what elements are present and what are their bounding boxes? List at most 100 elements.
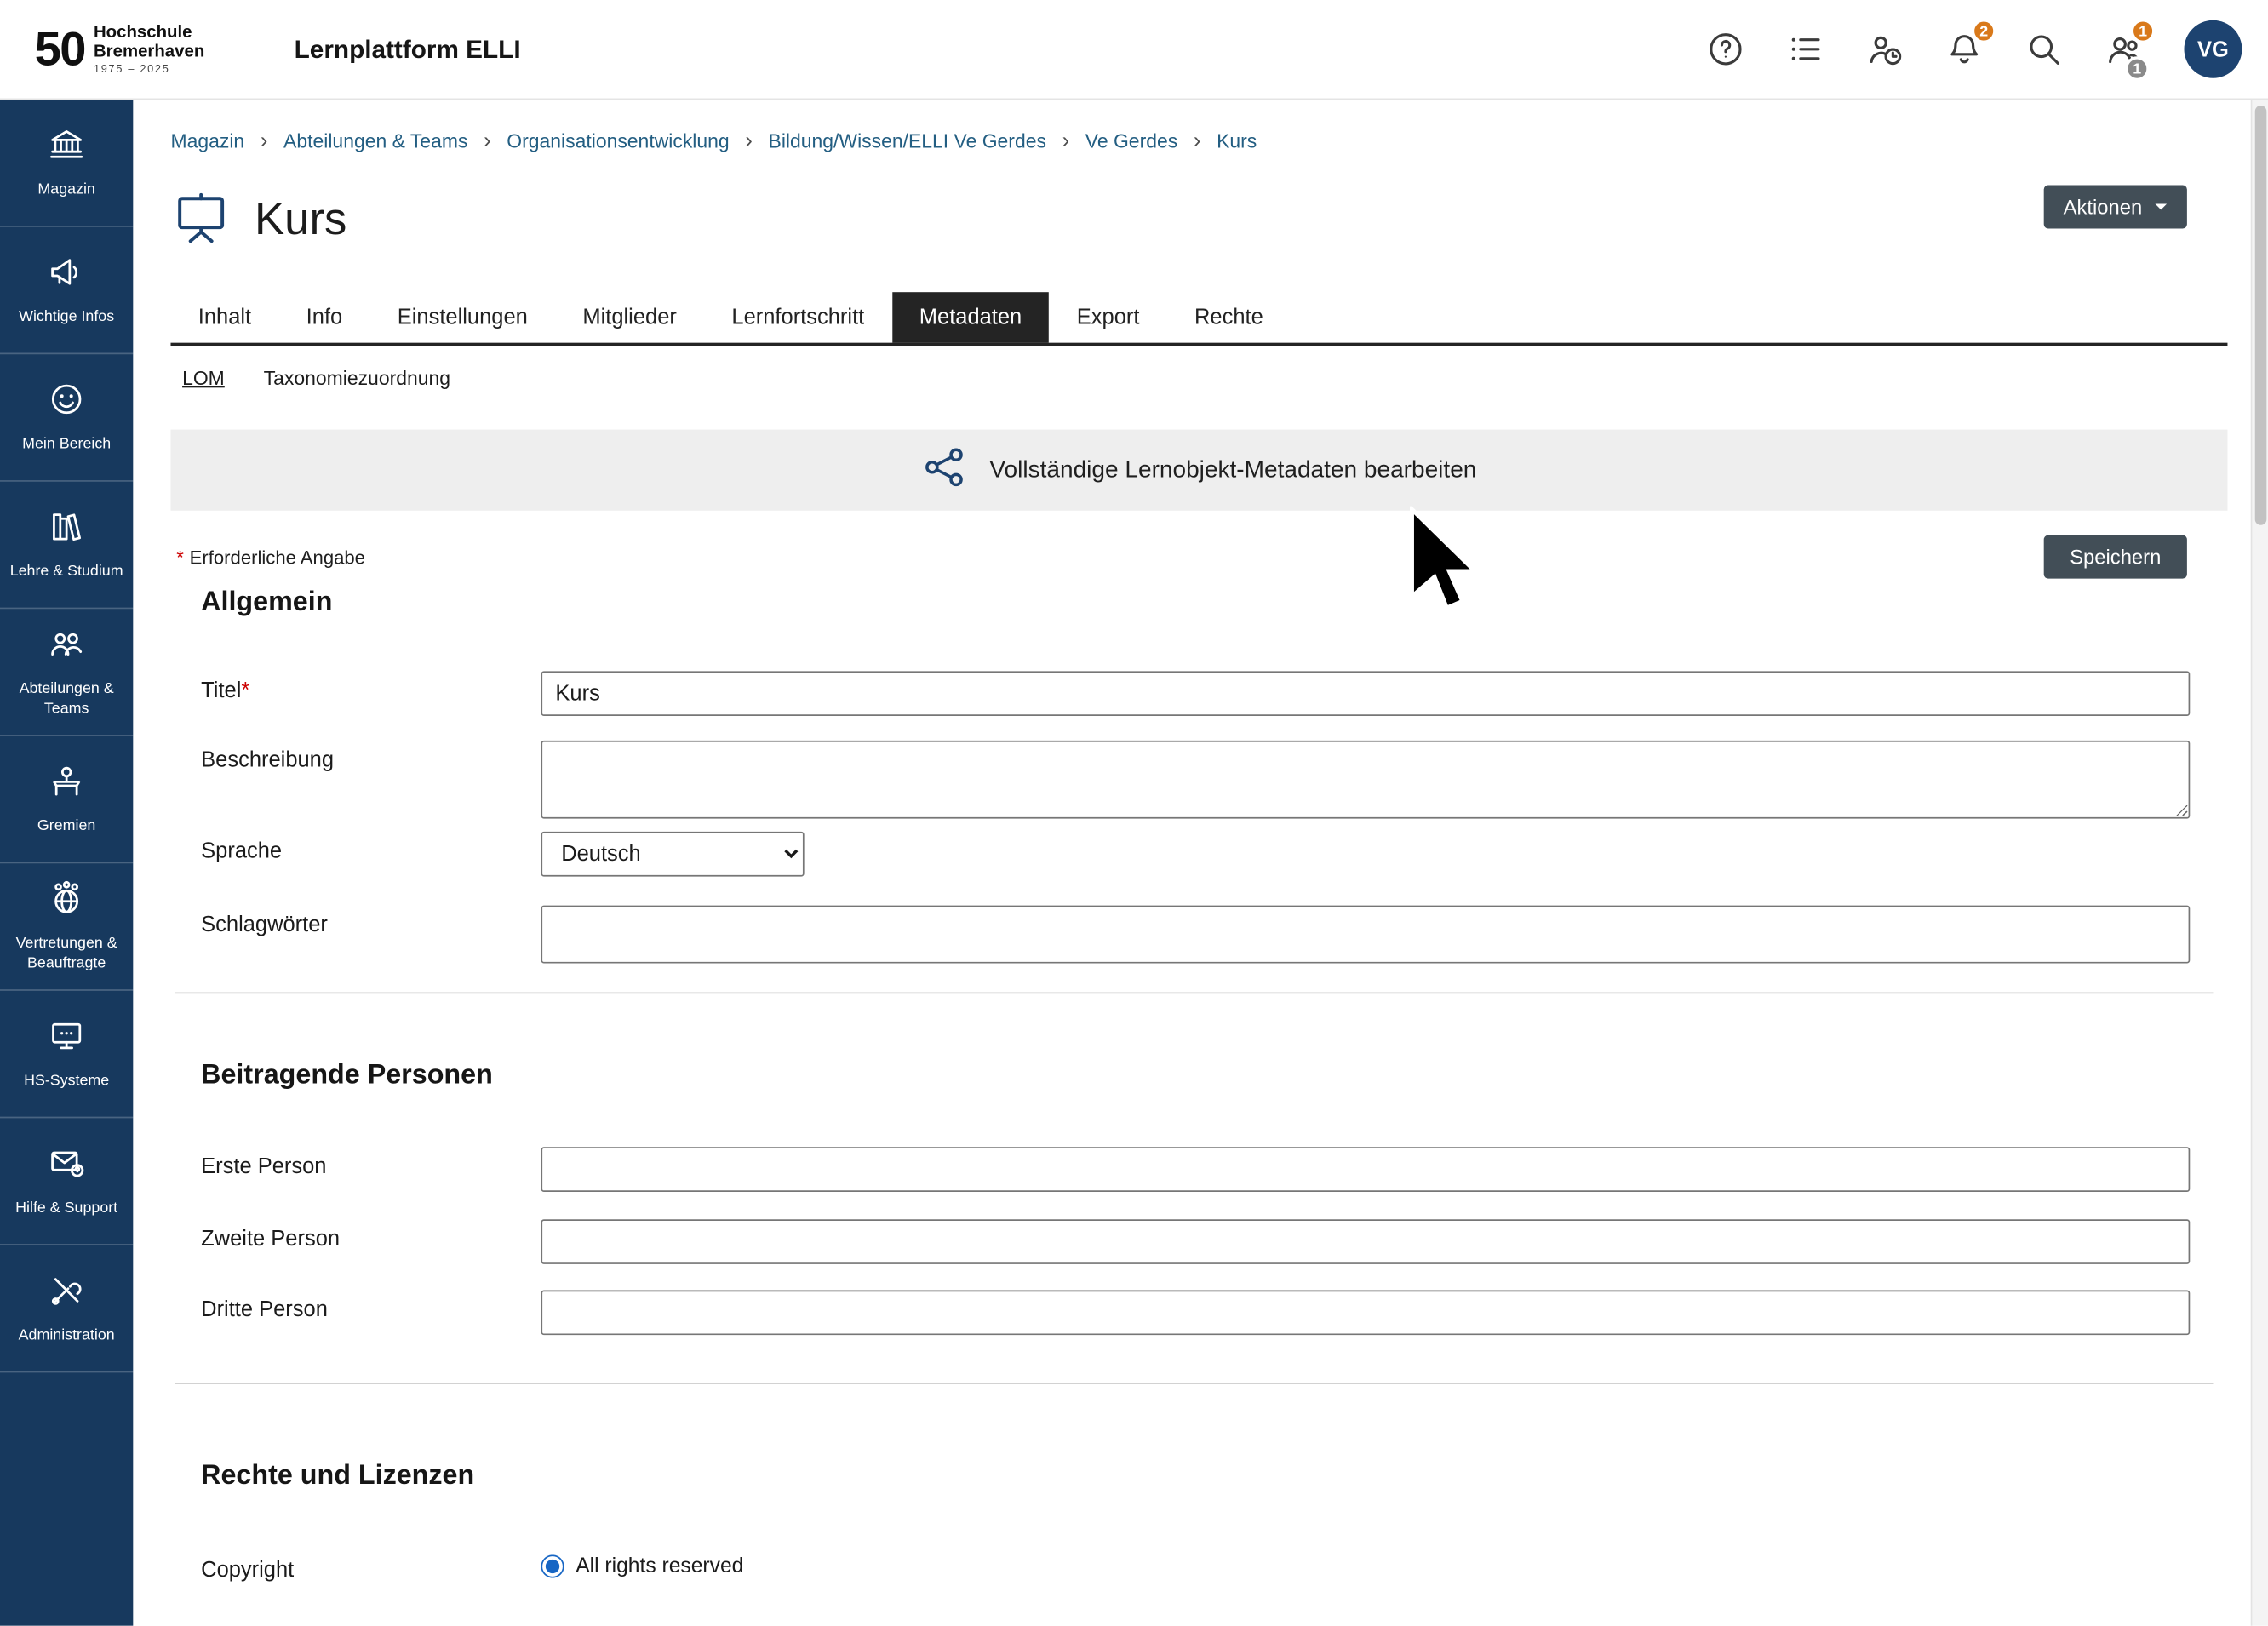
subtab-taxonomiezuordnung[interactable]: Taxonomiezuordnung [264, 368, 450, 389]
tab-einstellungen[interactable]: Einstellungen [369, 292, 555, 342]
scrollbar-thumb[interactable] [2255, 106, 2267, 525]
tab-bar: Inhalt Info Einstellungen Mitglieder Ler… [170, 292, 2227, 346]
sidebar-item-vertretungen[interactable]: Vertretungen & Beauftragte [0, 863, 133, 991]
sprache-label: Sprache [201, 832, 541, 863]
todo-list-icon[interactable] [1786, 31, 1824, 68]
chevron-down-icon [2156, 204, 2168, 216]
dritte-person-input[interactable] [541, 1291, 2190, 1336]
scrollbar[interactable] [2251, 100, 2268, 1625]
globe-people-icon [48, 880, 85, 925]
user-avatar[interactable]: VG [2184, 20, 2242, 78]
banner-label: Vollständige Lernobjekt-Metadaten bearbe… [989, 456, 1476, 484]
chevron-right-icon: › [1062, 129, 1069, 153]
search-icon[interactable] [2025, 31, 2063, 68]
logo-years: 1975 – 2025 [94, 63, 204, 74]
main-content: Magazin › Abteilungen & Teams › Organisa… [133, 100, 2250, 1625]
sidebar-item-label: Hilfe & Support [15, 1199, 117, 1217]
sidebar-item-wichtige-infos[interactable]: Wichtige Infos [0, 227, 133, 355]
breadcrumb-item-bildung-wissen[interactable]: Bildung/Wissen/ELLI Ve Gerdes [769, 130, 1046, 152]
breadcrumb-item-ve-gerdes[interactable]: Ve Gerdes [1085, 130, 1177, 152]
sidebar-item-label: Lehre & Studium [10, 563, 123, 581]
notification-badge: 2 [1972, 19, 1996, 43]
monitor-icon [48, 1016, 85, 1062]
lectern-icon [48, 762, 85, 807]
sidebar-item-label: Magazin [37, 180, 94, 199]
logo-50-number: 50 [35, 21, 85, 77]
chevron-right-icon: › [745, 129, 752, 153]
contact-badge: 1 [2131, 19, 2156, 43]
user-clock-icon[interactable] [1866, 31, 1904, 68]
sidebar-item-administration[interactable]: Administration [0, 1245, 133, 1373]
chevron-right-icon: › [261, 129, 267, 153]
hochschule-bremerhaven-logo[interactable]: 50 Hochschule Bremerhaven 1975 – 2025 [35, 21, 205, 77]
section-divider [175, 1383, 2214, 1384]
sidebar-item-label: Vertretungen & Beauftragte [4, 935, 129, 973]
megaphone-icon [48, 253, 85, 298]
copyright-all-rights-radio[interactable] [541, 1554, 564, 1577]
actions-button[interactable]: Aktionen [2043, 185, 2187, 228]
tools-icon [48, 1271, 85, 1316]
breadcrumb-item-magazin[interactable]: Magazin [170, 130, 244, 152]
sidebar-item-mein-bereich[interactable]: Mein Bereich [0, 354, 133, 482]
save-button[interactable]: Speichern [2044, 535, 2187, 579]
beschreibung-textarea[interactable] [541, 741, 2190, 819]
logo-text: Hochschule Bremerhaven 1975 – 2025 [94, 24, 204, 75]
sidebar-item-hilfe-support[interactable]: Hilfe & Support [0, 1118, 133, 1245]
sidebar-item-label: HS-Systeme [24, 1072, 109, 1091]
required-hint: * Erforderliche Angabe [176, 546, 365, 567]
mail-question-icon [48, 1144, 85, 1189]
titel-label: Titel* [201, 671, 541, 702]
titel-input[interactable] [541, 671, 2190, 716]
breadcrumb-item-abteilungen[interactable]: Abteilungen & Teams [284, 130, 467, 152]
breadcrumb-item-kurs[interactable]: Kurs [1217, 130, 1257, 152]
breadcrumb-item-organisationsentwicklung[interactable]: Organisationsentwicklung [507, 130, 729, 152]
logo-name-line2: Bremerhaven [94, 42, 204, 60]
contacts-icon[interactable]: 1 1 [2105, 31, 2142, 68]
sidebar-item-magazin[interactable]: Magazin [0, 100, 133, 227]
sidebar-item-label: Mein Bereich [22, 435, 111, 454]
tab-inhalt[interactable]: Inhalt [170, 292, 278, 342]
main-sidebar: Magazin Wichtige Infos Mein Bereich Lehr… [0, 100, 133, 1625]
tab-info[interactable]: Info [278, 292, 369, 342]
dritte-person-label: Dritte Person [201, 1291, 541, 1322]
header-icon-bar: 2 1 1 [1707, 20, 2242, 78]
logo-name-line1: Hochschule [94, 24, 204, 42]
schlagwoerter-input[interactable] [541, 906, 2190, 964]
smiley-icon [48, 381, 85, 426]
sidebar-item-hs-systeme[interactable]: HS-Systeme [0, 991, 133, 1119]
tab-metadaten[interactable]: Metadaten [892, 292, 1050, 342]
sidebar-item-label: Gremien [37, 817, 95, 836]
people-group-icon [48, 626, 85, 671]
titel-required-star: * [241, 678, 249, 703]
sidebar-item-lehre-studium[interactable]: Lehre & Studium [0, 482, 133, 610]
course-board-icon [170, 190, 231, 250]
top-header: 50 Hochschule Bremerhaven 1975 – 2025 Le… [0, 0, 2268, 100]
copyright-label: Copyright [201, 1550, 541, 1582]
sidebar-item-abteilungen-teams[interactable]: Abteilungen & Teams [0, 609, 133, 736]
sidebar-item-label: Abteilungen & Teams [4, 680, 129, 719]
contact-badge-secondary: 1 [2125, 56, 2150, 81]
zweite-person-input[interactable] [541, 1219, 2190, 1264]
help-icon[interactable] [1707, 31, 1744, 68]
bank-icon [48, 126, 85, 171]
copyright-option-label: All rights reserved [576, 1554, 743, 1577]
required-star: * [176, 546, 184, 567]
subtab-lom[interactable]: LOM [182, 368, 225, 389]
section-divider [175, 993, 2214, 994]
chevron-right-icon: › [1194, 129, 1200, 153]
section-heading-beitragende: Beitragende Personen [201, 1060, 2227, 1091]
sprache-select[interactable]: Deutsch [541, 832, 804, 877]
tab-lernfortschritt[interactable]: Lernfortschritt [704, 292, 891, 342]
required-hint-text: Erforderliche Angabe [190, 546, 365, 567]
bell-icon[interactable]: 2 [1945, 31, 1983, 68]
edit-full-metadata-banner[interactable]: Vollständige Lernobjekt-Metadaten bearbe… [170, 430, 2227, 511]
section-heading-rechte: Rechte und Lizenzen [201, 1461, 2227, 1492]
tab-rechte[interactable]: Rechte [1167, 292, 1291, 342]
sidebar-item-gremien[interactable]: Gremien [0, 736, 133, 864]
subtab-bar: LOM Taxonomiezuordnung [170, 368, 2227, 389]
sidebar-item-label: Wichtige Infos [19, 308, 114, 327]
actions-button-label: Aktionen [2064, 195, 2143, 218]
tab-export[interactable]: Export [1050, 292, 1167, 342]
erste-person-input[interactable] [541, 1147, 2190, 1192]
tab-mitglieder[interactable]: Mitglieder [555, 292, 704, 342]
